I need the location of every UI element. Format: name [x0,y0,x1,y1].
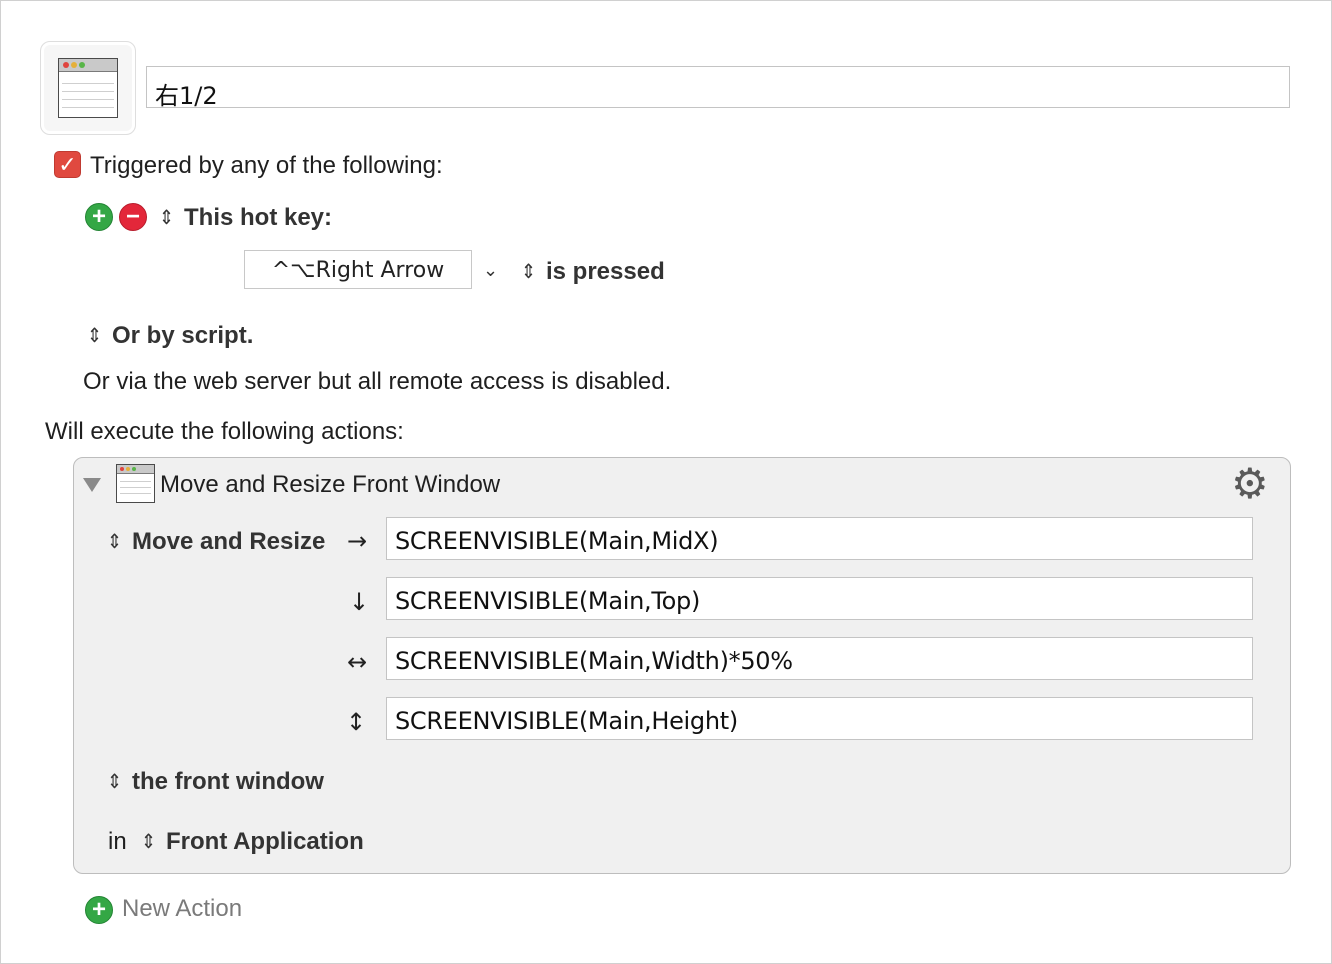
chevron-down-icon[interactable]: ⌄ [483,260,498,281]
arrow-right-icon: → [347,527,368,555]
y-position-field[interactable]: SCREENVISIBLE(Main,Top) [386,577,1253,620]
macro-name-field[interactable]: 右1/2 [146,66,1290,110]
remove-trigger-button[interactable]: − [119,203,147,231]
gear-icon[interactable]: ⚙ [1231,463,1269,505]
mode-updown-icon[interactable]: ⇕ [107,529,122,553]
disclosure-triangle-icon[interactable] [83,478,101,492]
new-action-label[interactable]: New Action [122,895,242,923]
trigger-type-updown-icon[interactable]: ⇕ [159,205,174,229]
window-target-updown-icon[interactable]: ⇕ [107,769,122,793]
plus-icon: + [91,896,106,923]
trigger-type-label[interactable]: This hot key: [184,204,332,232]
hotkey-field[interactable]: ^⌥Right Arrow [244,250,472,289]
mode-popup[interactable]: Move and Resize [132,528,325,556]
script-trigger-label[interactable]: Or by script. [112,322,253,350]
window-target-popup[interactable]: the front window [132,768,324,796]
height-field[interactable]: SCREENVISIBLE(Main,Height) [386,697,1253,740]
web-server-text: Or via the web server but all remote acc… [83,368,672,395]
app-target-updown-icon[interactable]: ⇕ [141,829,156,853]
width-field[interactable]: SCREENVISIBLE(Main,Width)*50% [386,637,1253,680]
in-label: in [108,828,127,855]
add-trigger-button[interactable]: + [85,203,113,231]
x-position-field[interactable]: SCREENVISIBLE(Main,MidX) [386,517,1253,560]
condition-updown-icon[interactable]: ⇕ [521,259,536,283]
arrow-up-down-icon: ↕ [346,708,367,736]
plus-icon: + [91,203,106,230]
window-icon [58,58,118,118]
hotkey-condition-popup[interactable]: is pressed [546,258,665,286]
script-trigger-updown-icon[interactable]: ⇕ [87,323,102,347]
actions-header: Will execute the following actions: [45,418,404,445]
triggers-header: Triggered by any of the following: [90,152,443,179]
triggers-enabled-checkbox[interactable]: ✓ [54,151,81,178]
window-icon [116,464,155,503]
minus-icon: − [125,203,140,230]
new-action-button[interactable]: + [85,896,113,924]
app-target-popup[interactable]: Front Application [166,828,364,856]
arrow-left-right-icon: ↔ [347,648,368,676]
action-title: Move and Resize Front Window [160,471,501,498]
arrow-down-icon: ↓ [349,588,370,616]
macro-icon-well[interactable] [40,41,136,135]
